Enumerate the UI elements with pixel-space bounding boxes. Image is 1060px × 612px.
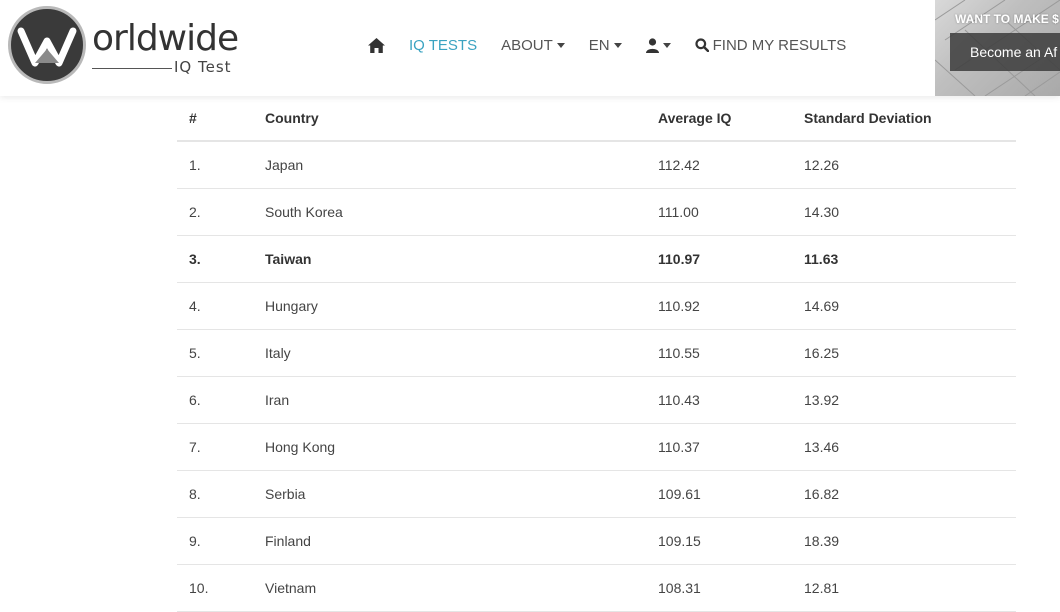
cell-country: Finland — [253, 517, 646, 565]
nav-iq-tests-label: IQ TESTS — [409, 36, 478, 54]
user-icon — [645, 37, 659, 53]
country-iq-table-container: # Country Average IQ Standard Deviation … — [177, 96, 1016, 612]
table-row: 6. Iran 110.43 13.92 — [177, 376, 1016, 424]
logo-wordmark: orldwide — [92, 18, 239, 59]
column-header-rank: # — [177, 96, 253, 142]
cell-standard-deviation: 12.26 — [792, 141, 1016, 189]
cell-country: South Korea — [253, 188, 646, 236]
column-header-standard-deviation: Standard Deviation — [792, 96, 1016, 142]
cell-standard-deviation: 16.25 — [792, 329, 1016, 377]
site-logo[interactable]: orldwide IQ Test — [8, 6, 248, 88]
cell-country: Japan — [253, 141, 646, 189]
cell-average-iq: 110.55 — [646, 329, 792, 377]
table-row: 2. South Korea 111.00 14.30 — [177, 188, 1016, 236]
cell-standard-deviation: 13.46 — [792, 423, 1016, 471]
cell-average-iq: 108.31 — [646, 564, 792, 612]
table-row: 1. Japan 112.42 12.26 — [177, 141, 1016, 189]
cell-standard-deviation: 14.69 — [792, 282, 1016, 330]
cell-rank: 4. — [177, 282, 253, 330]
table-row: 8. Serbia 109.61 16.82 — [177, 470, 1016, 518]
cell-average-iq: 110.97 — [646, 235, 792, 283]
table-row: 9. Finland 109.15 18.39 — [177, 517, 1016, 565]
nav-user-dropdown[interactable] — [645, 37, 671, 53]
country-iq-table: # Country Average IQ Standard Deviation … — [177, 96, 1016, 612]
promo-title: WANT TO MAKE $ — [955, 12, 1059, 26]
table-row: 10. Vietnam 108.31 12.81 — [177, 564, 1016, 612]
cell-rank: 2. — [177, 188, 253, 236]
nav-find-my-results-label: FIND MY RESULTS — [712, 36, 847, 54]
logo-subtitle: IQ Test — [174, 58, 232, 76]
column-header-average-iq: Average IQ — [646, 96, 792, 142]
home-icon — [368, 37, 385, 53]
cell-rank: 5. — [177, 329, 253, 377]
affiliate-promo-banner: WANT TO MAKE $ Become an Af — [935, 0, 1060, 96]
cell-standard-deviation: 13.92 — [792, 376, 1016, 424]
cell-average-iq: 111.00 — [646, 188, 792, 236]
cell-country: Italy — [253, 329, 646, 377]
chevron-down-icon — [613, 43, 622, 48]
cell-rank: 10. — [177, 564, 253, 612]
nav-iq-tests[interactable]: IQ TESTS — [409, 37, 477, 54]
cell-country: Hong Kong — [253, 423, 646, 471]
main-nav: IQ TESTS ABOUT EN FIND MY RESULTS — [368, 34, 870, 56]
nav-language-dropdown[interactable]: EN — [589, 37, 622, 54]
column-header-country: Country — [253, 96, 646, 142]
nav-language-label: EN — [588, 36, 610, 54]
cell-rank: 7. — [177, 423, 253, 471]
cell-rank: 8. — [177, 470, 253, 518]
cell-average-iq: 110.37 — [646, 423, 792, 471]
cell-country: Serbia — [253, 470, 646, 518]
search-icon — [695, 38, 709, 52]
site-header: orldwide IQ Test IQ TESTS ABOUT EN FIND … — [0, 0, 1060, 96]
table-row: 4. Hungary 110.92 14.69 — [177, 282, 1016, 330]
cell-standard-deviation: 14.30 — [792, 188, 1016, 236]
nav-find-my-results[interactable]: FIND MY RESULTS — [695, 36, 847, 54]
nav-home[interactable] — [368, 37, 385, 53]
table-row: 5. Italy 110.55 16.25 — [177, 329, 1016, 377]
cell-country: Taiwan — [253, 235, 646, 283]
cell-standard-deviation: 12.81 — [792, 564, 1016, 612]
cell-average-iq: 109.15 — [646, 517, 792, 565]
cell-rank: 3. — [177, 235, 253, 283]
table-row: 7. Hong Kong 110.37 13.46 — [177, 423, 1016, 471]
cell-country: Vietnam — [253, 564, 646, 612]
table-header-row: # Country Average IQ Standard Deviation — [177, 96, 1016, 142]
cell-average-iq: 112.42 — [646, 141, 792, 189]
cell-country: Hungary — [253, 282, 646, 330]
cell-country: Iran — [253, 376, 646, 424]
cell-rank: 6. — [177, 376, 253, 424]
nav-about-label: ABOUT — [501, 36, 553, 54]
cell-rank: 9. — [177, 517, 253, 565]
logo-w-icon — [8, 6, 86, 84]
nav-about-dropdown[interactable]: ABOUT — [501, 37, 565, 54]
cell-rank: 1. — [177, 141, 253, 189]
chevron-down-icon — [662, 43, 671, 48]
cell-average-iq: 110.92 — [646, 282, 792, 330]
cell-average-iq: 110.43 — [646, 376, 792, 424]
logo-divider — [92, 68, 172, 69]
cell-standard-deviation: 18.39 — [792, 517, 1016, 565]
become-affiliate-button[interactable]: Become an Af — [950, 33, 1060, 71]
cell-standard-deviation: 16.82 — [792, 470, 1016, 518]
table-row-highlighted: 3. Taiwan 110.97 11.63 — [177, 235, 1016, 283]
cell-standard-deviation: 11.63 — [792, 235, 1016, 283]
cell-average-iq: 109.61 — [646, 470, 792, 518]
chevron-down-icon — [556, 43, 565, 48]
